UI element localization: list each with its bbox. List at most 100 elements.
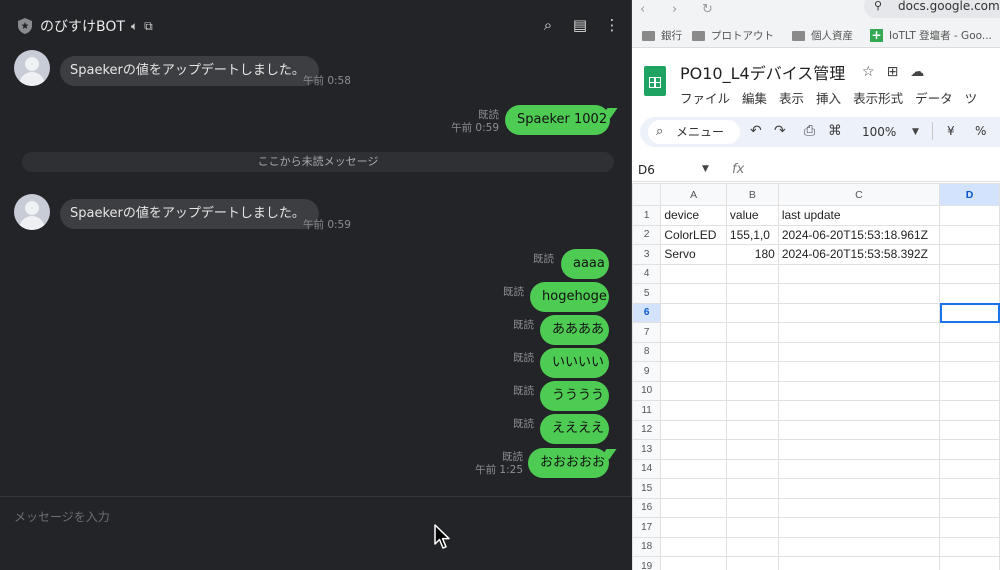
cell[interactable] — [660, 302, 727, 323]
column-header[interactable]: B — [725, 183, 779, 206]
cell[interactable] — [939, 419, 1000, 440]
cell[interactable] — [777, 263, 941, 284]
menu-tools[interactable]: ツ — [965, 88, 978, 107]
cell[interactable] — [939, 497, 1000, 518]
outgoing-message[interactable]: aaaa — [561, 249, 609, 279]
cell[interactable] — [725, 302, 779, 323]
zoom-select[interactable]: 100% — [862, 125, 896, 139]
cell[interactable] — [939, 224, 1000, 245]
row-header[interactable]: 14 — [632, 458, 662, 479]
search-icon[interactable]: ⌕ — [540, 16, 556, 34]
cell[interactable] — [939, 361, 1000, 382]
column-header[interactable]: D — [939, 183, 1000, 206]
cell[interactable] — [660, 439, 727, 460]
cell[interactable] — [777, 400, 941, 421]
row-header[interactable]: 16 — [632, 497, 662, 518]
menu-file[interactable]: ファイル — [680, 88, 730, 107]
row-header[interactable]: 15 — [632, 478, 662, 499]
row-header[interactable]: 3 — [632, 244, 662, 265]
incoming-message[interactable]: Spaekerの値をアップデートしました。 — [60, 56, 319, 86]
cell[interactable]: device — [660, 205, 727, 226]
forward-icon[interactable]: › — [672, 2, 677, 17]
percent-format-button[interactable]: % — [975, 124, 986, 138]
outgoing-message[interactable]: おおおおお — [528, 448, 609, 478]
cell[interactable] — [660, 536, 727, 557]
address-bar[interactable]: ⚲ docs.google.com — [864, 0, 1000, 18]
cell[interactable] — [939, 283, 1000, 304]
cell[interactable] — [939, 263, 1000, 284]
cell[interactable] — [939, 341, 1000, 362]
cell[interactable] — [777, 478, 941, 499]
cell[interactable] — [939, 556, 1000, 570]
cell[interactable] — [939, 322, 1000, 343]
cell[interactable] — [939, 302, 1000, 323]
cell[interactable] — [725, 263, 779, 284]
menu-view[interactable]: 表示 — [779, 88, 804, 107]
cell[interactable] — [939, 458, 1000, 479]
cell[interactable] — [777, 302, 941, 323]
document-title[interactable]: PO10_L4デバイス管理 — [680, 60, 845, 84]
cell[interactable] — [777, 322, 941, 343]
outgoing-message[interactable]: hogehoge — [530, 282, 609, 312]
cell[interactable] — [777, 361, 941, 382]
cell[interactable] — [939, 536, 1000, 557]
cell[interactable] — [725, 361, 779, 382]
row-header[interactable]: 9 — [632, 361, 662, 382]
cell[interactable]: value — [725, 205, 779, 226]
row-header[interactable]: 7 — [632, 322, 662, 343]
notes-icon[interactable]: ▤ — [572, 16, 588, 34]
cell[interactable] — [777, 283, 941, 304]
cell[interactable] — [725, 380, 779, 401]
menu-format[interactable]: 表示形式 — [853, 88, 903, 107]
outgoing-message[interactable]: いいいい — [540, 348, 609, 378]
select-all-corner[interactable] — [632, 183, 662, 206]
row-header[interactable]: 13 — [632, 439, 662, 460]
cell[interactable] — [777, 341, 941, 362]
paint-format-icon[interactable]: ⌘ — [828, 123, 842, 139]
cell[interactable] — [725, 458, 779, 479]
cell[interactable] — [660, 478, 727, 499]
avatar[interactable] — [14, 194, 50, 230]
cell[interactable] — [939, 439, 1000, 460]
external-link-icon[interactable]: ⧉ — [144, 19, 153, 34]
cell[interactable] — [660, 517, 727, 538]
row-header[interactable]: 12 — [632, 419, 662, 440]
cell[interactable] — [660, 497, 727, 518]
incoming-message[interactable]: Spaekerの値をアップデートしました。 — [60, 199, 319, 229]
row-header[interactable]: 2 — [632, 224, 662, 245]
sheets-logo-icon[interactable] — [644, 66, 666, 96]
cell[interactable] — [725, 283, 779, 304]
bookmark-folder[interactable]: 銀行 — [642, 28, 682, 43]
name-box[interactable]: D6 — [638, 163, 655, 177]
row-header[interactable]: 8 — [632, 341, 662, 362]
cell[interactable] — [660, 322, 727, 343]
outgoing-message[interactable]: ああああ — [540, 315, 609, 345]
cell[interactable] — [725, 478, 779, 499]
avatar[interactable] — [14, 50, 50, 86]
cell[interactable] — [777, 517, 941, 538]
cell[interactable] — [660, 419, 727, 440]
row-header[interactable]: 1 — [632, 205, 662, 226]
cell[interactable]: Servo — [660, 244, 727, 265]
cell[interactable]: 2024-06-20T15:53:18.961Z — [777, 224, 941, 245]
row-header[interactable]: 4 — [632, 263, 662, 284]
row-header[interactable]: 5 — [632, 283, 662, 304]
cell[interactable] — [725, 517, 779, 538]
redo-icon[interactable]: ↷ — [774, 123, 786, 139]
star-icon[interactable]: ☆ — [862, 64, 875, 80]
menu-data[interactable]: データ — [915, 88, 953, 107]
column-header[interactable]: A — [660, 183, 727, 206]
outgoing-message[interactable]: Spaeker 1002 — [505, 105, 610, 135]
cell[interactable] — [660, 556, 727, 570]
menu-edit[interactable]: 編集 — [742, 88, 767, 107]
row-header[interactable]: 17 — [632, 517, 662, 538]
cell[interactable] — [777, 439, 941, 460]
cell[interactable] — [660, 283, 727, 304]
cell[interactable] — [725, 536, 779, 557]
zoom-dropdown-icon[interactable]: ▼ — [912, 127, 919, 137]
undo-icon[interactable]: ↶ — [750, 123, 762, 139]
menu-search[interactable]: ⌕ メニュー — [648, 120, 740, 144]
message-input[interactable] — [14, 505, 574, 529]
bookmark-item[interactable]: + IoTLT 登壇者 - Goo... — [870, 28, 992, 43]
cell[interactable] — [777, 458, 941, 479]
